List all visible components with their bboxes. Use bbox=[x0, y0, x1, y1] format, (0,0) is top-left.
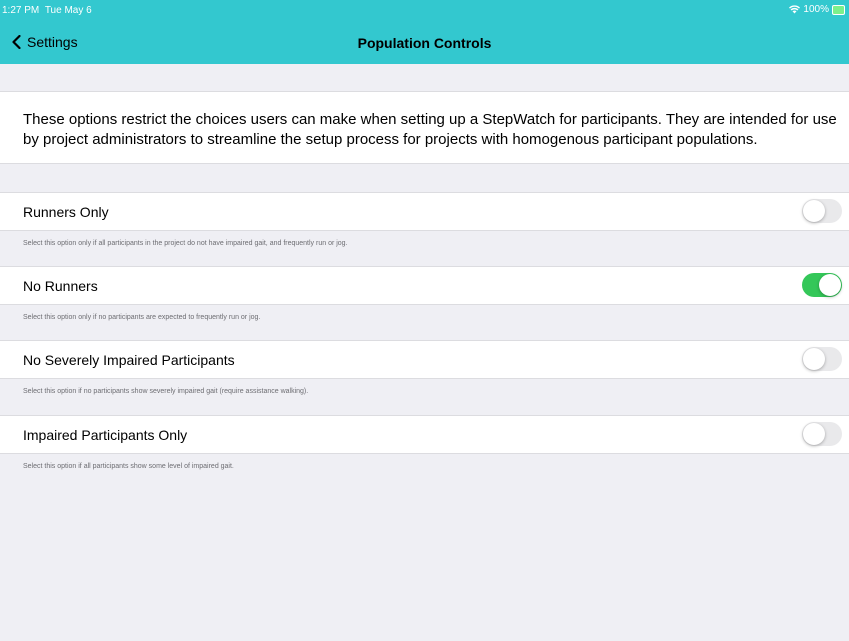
battery-percent: 100% bbox=[803, 4, 829, 15]
status-time-date: 1:27 PM Tue May 6 bbox=[2, 5, 92, 16]
status-date: Tue May 6 bbox=[44, 5, 92, 16]
toggle-knob bbox=[803, 423, 825, 445]
battery-charging-icon bbox=[832, 4, 845, 15]
option-footer: Select this option only if no participan… bbox=[23, 314, 261, 321]
page-title: Population Controls bbox=[357, 35, 492, 51]
status-bar: 1:27 PM Tue May 6 100% bbox=[0, 0, 849, 20]
no-runners-toggle[interactable] bbox=[802, 273, 842, 297]
option-row-impaired-only[interactable]: Impaired Participants Only bbox=[0, 415, 849, 454]
toggle-knob bbox=[803, 348, 825, 370]
option-row-no-runners[interactable]: No Runners bbox=[0, 266, 849, 305]
option-row-no-severely-impaired[interactable]: No Severely Impaired Participants bbox=[0, 340, 849, 379]
toggle-knob bbox=[819, 274, 841, 296]
wifi-icon bbox=[789, 5, 801, 14]
status-time: 1:27 PM bbox=[2, 5, 40, 16]
no-severely-impaired-toggle[interactable] bbox=[802, 347, 842, 371]
option-label: Impaired Participants Only bbox=[23, 427, 188, 443]
option-label: Runners Only bbox=[23, 204, 109, 220]
option-label: No Runners bbox=[23, 278, 98, 294]
navigation-bar: Settings Population Controls bbox=[0, 20, 849, 64]
impaired-only-toggle[interactable] bbox=[802, 422, 842, 446]
runners-only-toggle[interactable] bbox=[802, 199, 842, 223]
description-text: These options restrict the choices users… bbox=[23, 111, 837, 148]
option-footer: Select this option only if all participa… bbox=[23, 240, 348, 247]
description-card: These options restrict the choices users… bbox=[0, 91, 849, 164]
option-footer: Select this option if no participants sh… bbox=[23, 388, 309, 395]
status-indicators: 100% bbox=[789, 4, 845, 15]
option-row-runners-only[interactable]: Runners Only bbox=[0, 192, 849, 231]
option-label: No Severely Impaired Participants bbox=[23, 352, 235, 368]
toggle-knob bbox=[803, 200, 825, 222]
option-footer: Select this option if all participants s… bbox=[23, 463, 234, 470]
